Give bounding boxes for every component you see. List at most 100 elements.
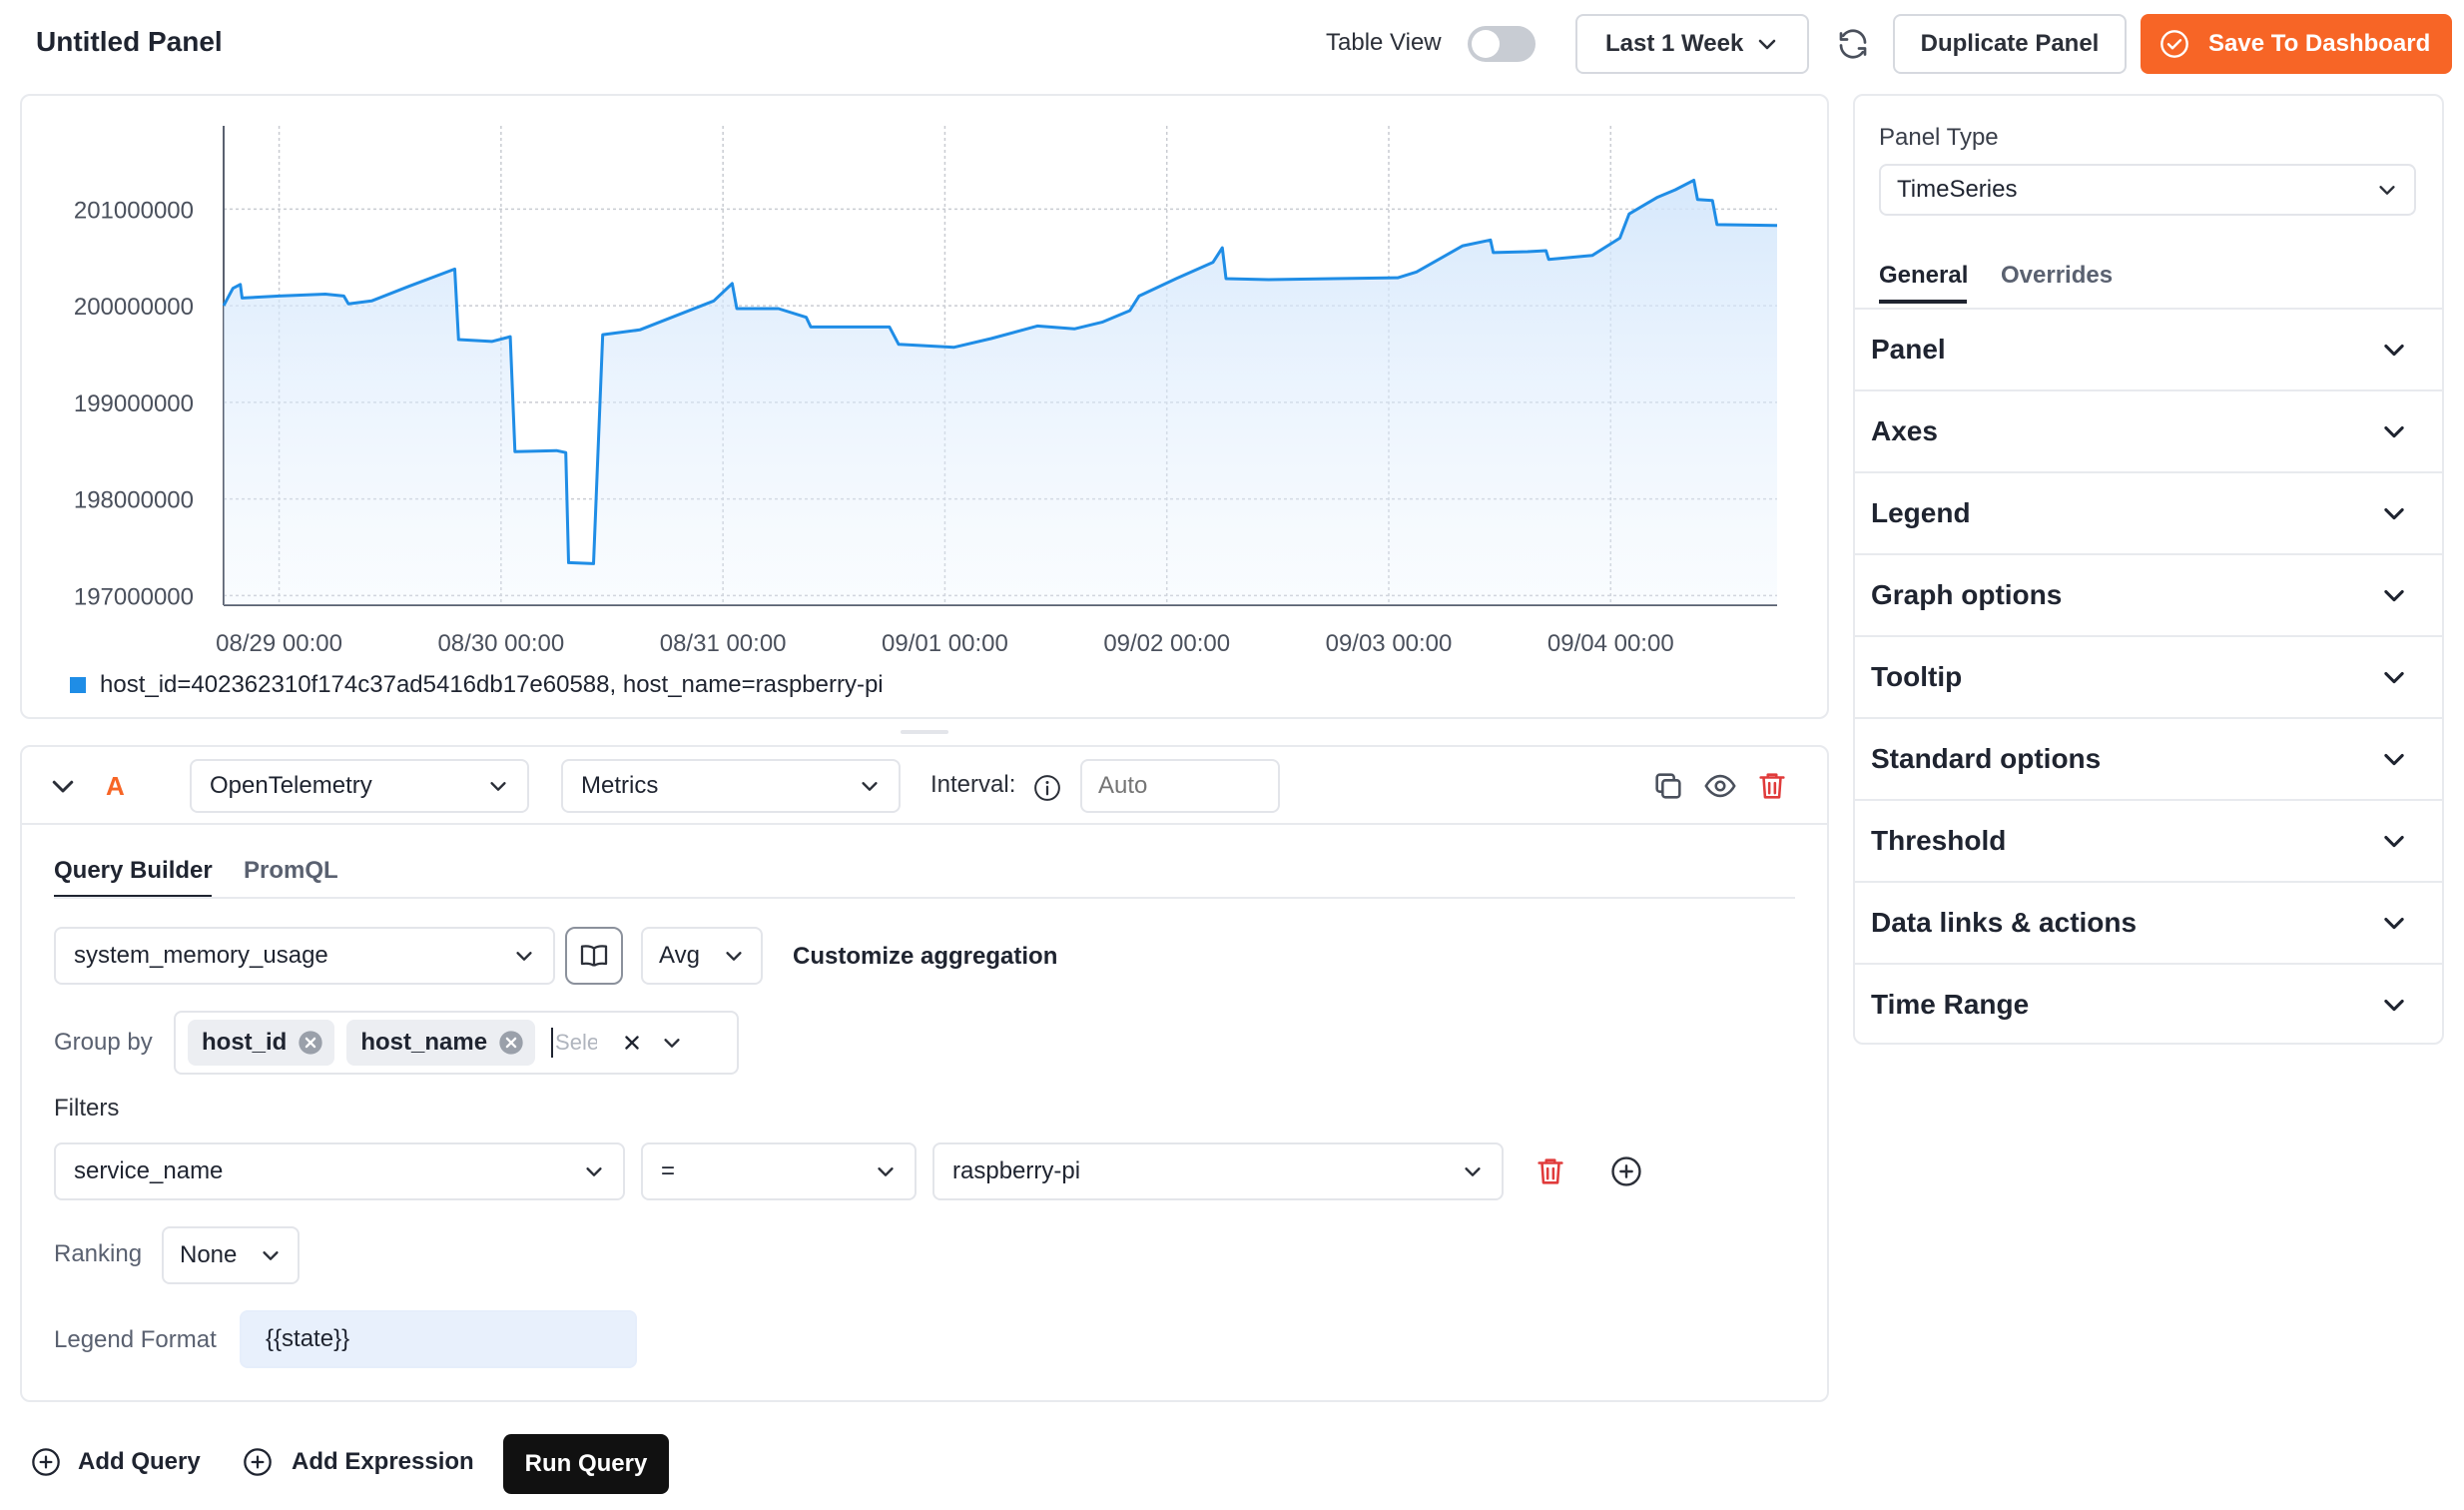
chevron-down-icon — [2379, 186, 2395, 195]
chevron-down-icon — [2384, 589, 2404, 602]
section-data-links-actions[interactable]: Data links & actions — [1855, 881, 2442, 963]
refresh-icon[interactable] — [1835, 26, 1871, 62]
add-query-label: Add Query — [78, 1448, 201, 1475]
tab-overrides[interactable]: Overrides — [2001, 262, 2113, 290]
data-source-value: OpenTelemetry — [210, 772, 372, 799]
add-expression-button[interactable]: Add Expression — [242, 1446, 474, 1478]
add-filter-icon[interactable] — [1609, 1154, 1643, 1188]
eye-icon[interactable] — [1703, 769, 1737, 803]
timeseries-chart[interactable]: 201000000 200000000 199000000 198000000 1970… — [22, 96, 1827, 717]
filters-label: Filters — [54, 1095, 120, 1122]
x-tick-label: 08/31 00:00 — [660, 630, 787, 657]
copy-icon[interactable] — [1651, 769, 1685, 803]
chevron-down-icon — [2384, 835, 2404, 848]
legend-format-label: Legend Format — [54, 1326, 217, 1353]
data-source-select[interactable]: OpenTelemetry — [190, 759, 529, 813]
section-label: Graph options — [1871, 579, 2063, 610]
section-legend[interactable]: Legend — [1855, 471, 2442, 553]
metric-select[interactable]: system_memory_usage — [54, 927, 555, 985]
section-tooltip[interactable]: Tooltip — [1855, 635, 2442, 717]
legend-format-input[interactable] — [240, 1310, 637, 1368]
aggregation-value: Avg — [659, 942, 700, 969]
remove-tag-icon[interactable] — [297, 1029, 324, 1057]
section-standard-options[interactable]: Standard options — [1855, 717, 2442, 799]
tab-query-builder[interactable]: Query Builder — [54, 857, 213, 885]
metric-explorer-button[interactable] — [565, 927, 623, 985]
duplicate-panel-button[interactable]: Duplicate Panel — [1893, 14, 2127, 74]
section-panel[interactable]: Panel — [1855, 308, 2442, 389]
info-icon[interactable] — [1032, 773, 1062, 803]
chevron-down-icon — [2384, 753, 2404, 766]
filter-operator-select[interactable]: = — [641, 1142, 917, 1200]
add-query-button[interactable]: Add Query — [30, 1446, 201, 1478]
metric-value: system_memory_usage — [74, 942, 328, 969]
chevron-down-icon — [586, 1167, 602, 1176]
data-type-select[interactable]: Metrics — [561, 759, 901, 813]
chevron-down-icon — [2384, 344, 2404, 357]
panel-type-value: TimeSeries — [1897, 176, 2018, 203]
ranking-value: None — [180, 1241, 238, 1268]
delete-filter-icon[interactable] — [1534, 1154, 1567, 1188]
x-tick-label: 09/02 00:00 — [1103, 630, 1230, 657]
panel-type-select[interactable]: TimeSeries — [1879, 164, 2416, 216]
table-view-toggle[interactable] — [1468, 26, 1536, 62]
chevron-down-icon — [516, 952, 532, 961]
filter-value-select[interactable]: raspberry-pi — [932, 1142, 1504, 1200]
group-by-tag-label: host_id — [202, 1029, 288, 1056]
filter-value: raspberry-pi — [952, 1157, 1081, 1184]
section-label: Panel — [1871, 334, 1946, 365]
save-to-dashboard-button[interactable]: Save To Dashboard — [2141, 14, 2452, 74]
x-tick-label: 09/01 00:00 — [882, 630, 1008, 657]
y-tick-label: 198000000 — [74, 487, 194, 514]
remove-tag-icon[interactable] — [497, 1029, 525, 1057]
clear-icon[interactable] — [621, 1032, 643, 1054]
collapse-chevron-icon[interactable] — [48, 771, 78, 801]
tab-general[interactable]: General — [1879, 262, 1968, 290]
save-label: Save To Dashboard — [2208, 30, 2431, 57]
customize-aggregation-link[interactable]: Customize aggregation — [793, 943, 1057, 971]
chevron-down-icon — [2384, 425, 2404, 438]
chevron-down-icon — [263, 1251, 279, 1260]
section-threshold[interactable]: Threshold — [1855, 799, 2442, 881]
aggregation-select[interactable]: Avg — [641, 927, 763, 985]
data-type-value: Metrics — [581, 772, 659, 799]
group-by-select[interactable]: host_id host_name Select — [174, 1011, 739, 1075]
resize-handle[interactable] — [901, 730, 948, 734]
run-query-button[interactable]: Run Query — [503, 1434, 669, 1494]
tabs-divider — [54, 897, 1795, 899]
check-circle-icon — [2160, 30, 2188, 58]
section-label: Standard options — [1871, 743, 2102, 774]
time-range-select[interactable]: Last 1 Week — [1575, 14, 1809, 74]
chevron-down-icon — [726, 952, 742, 961]
interval-input[interactable] — [1080, 759, 1280, 813]
chevron-down-icon — [2384, 507, 2404, 520]
right-settings-panel: Panel Type TimeSeries General Overrides … — [1853, 94, 2444, 1045]
trash-icon[interactable] — [1755, 769, 1789, 803]
tab-promql[interactable]: PromQL — [244, 857, 338, 885]
group-by-search[interactable]: Select — [551, 1028, 597, 1058]
group-by-tag: host_id — [188, 1020, 335, 1066]
x-tick-label: 09/03 00:00 — [1326, 630, 1453, 657]
chart-card: 201000000 200000000 199000000 198000000 1970… — [20, 94, 1829, 719]
section-time-range[interactable]: Time Range — [1855, 963, 2442, 1045]
section-label: Tooltip — [1871, 661, 1963, 692]
section-label: Axes — [1871, 415, 1938, 446]
group-by-tag: host_name — [346, 1020, 536, 1066]
chevron-down-icon — [878, 1167, 894, 1176]
y-tick-label: 201000000 — [74, 197, 194, 224]
chart-legend[interactable]: host_id=402362310f174c37ad5416db17e60588… — [70, 671, 884, 699]
chevron-down-icon — [2384, 671, 2404, 684]
legend-label: host_id=402362310f174c37ad5416db17e60588… — [100, 671, 884, 698]
ranking-select[interactable]: None — [162, 1226, 300, 1284]
series-area — [224, 180, 1777, 605]
chevron-down-icon — [490, 782, 506, 791]
add-expression-label: Add Expression — [292, 1448, 474, 1475]
filter-key-select[interactable]: service_name — [54, 1142, 625, 1200]
section-graph-options[interactable]: Graph options — [1855, 553, 2442, 635]
section-label: Threshold — [1871, 825, 2007, 856]
y-tick-label: 197000000 — [74, 583, 194, 610]
legend-swatch — [70, 677, 86, 693]
section-axes[interactable]: Axes — [1855, 389, 2442, 471]
query-label: A — [106, 771, 125, 801]
book-open-icon — [580, 945, 608, 967]
